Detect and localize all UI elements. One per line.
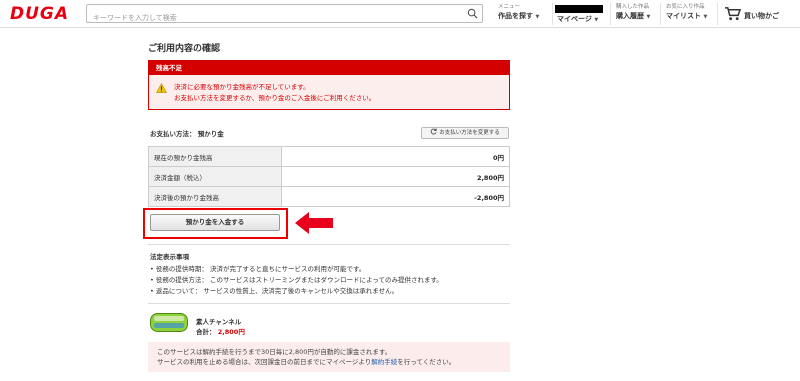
error-line-2: お支払い方法を変更するか、預かり金のご入金後にご利用ください。 <box>174 94 376 102</box>
divider <box>148 244 510 245</box>
error-message: 決済に必要な預かり金残高が不足しています。 お支払い方法を変更するか、預かり金の… <box>174 82 375 104</box>
legal-notice-list: 役務の提供時期： 決済が完了すると直ちにサービスの利用が可能です。 役務の提供方… <box>150 264 443 297</box>
nav-history-small: 購入した作品 <box>616 4 650 10</box>
nav-mylist-small: お気に入り作品 <box>666 4 705 10</box>
cancel-procedure-link[interactable]: 解約手続 <box>371 358 397 366</box>
nav-mylist-label: マイリスト <box>666 12 701 20</box>
payment-amount-value: 2,800円 <box>281 166 510 187</box>
nav-history-label: 購入履歴 <box>616 12 644 20</box>
nav-browse-works[interactable]: メニュー 作品を探す ▼ <box>498 3 539 25</box>
current-balance-value: 0円 <box>281 146 510 167</box>
page-title: ご利用内容の確認 <box>148 44 221 54</box>
balance-table: 現在の預かり金残高 0円 決済金額（税込） 2,800円 決済後の預かり金残高 … <box>148 146 510 207</box>
nav-purchase-history[interactable]: 購入した作品 購入履歴 ▼ <box>616 3 650 25</box>
after-balance-value: -2,800円 <box>281 186 510 207</box>
deposit-button[interactable]: 預かり金を入金する <box>150 214 280 231</box>
error-heading: 残高不足 <box>149 61 509 75</box>
nav-cart[interactable]: 買い物かご <box>744 11 779 33</box>
notice-line-1: このサービスは解約手続を行うまで30日毎に2,800円が自動的に課金されます。 <box>157 348 392 356</box>
chevron-down-icon: ▼ <box>703 14 708 20</box>
total-label: 合計： <box>196 328 216 336</box>
channel-badge-icon <box>150 313 188 332</box>
nav-divider <box>660 3 661 25</box>
nav-divider <box>610 3 611 25</box>
table-row: 決済後の預かり金残高 -2,800円 <box>148 186 510 207</box>
divider <box>148 303 510 304</box>
table-row: 決済金額（税込） 2,800円 <box>148 166 510 187</box>
list-item: 返品について： サービスの性質上、決済完了後のキャンセルや交換は承れません。 <box>150 286 443 297</box>
search-box[interactable] <box>86 4 483 27</box>
list-item: 役務の提供時期： 決済が完了すると直ちにサービスの利用が可能です。 <box>150 264 443 275</box>
change-method-label: お支払い方法を変更する <box>439 130 500 136</box>
payment-method-label: お支払い方法： 預かり金 <box>150 130 224 138</box>
nav-mypage-label: マイページ <box>557 15 592 23</box>
search-icon[interactable] <box>467 8 478 19</box>
nav-cart-label: 買い物かご <box>744 12 779 20</box>
nav-mylist[interactable]: お気に入り作品 マイリスト ▼ <box>666 3 707 25</box>
arrow-left-icon <box>295 212 333 234</box>
chevron-down-icon: ▼ <box>535 14 540 20</box>
error-alert: 残高不足 決済に必要な預かり金残高が不足しています。 お支払い方法を変更するか、… <box>148 60 510 110</box>
chevron-down-icon: ▼ <box>594 17 599 23</box>
cart-icon[interactable] <box>724 6 741 21</box>
error-line-1: 決済に必要な預かり金残高が不足しています。 <box>174 83 310 91</box>
product-name: 素人チャンネル <box>196 318 242 326</box>
search-input[interactable] <box>87 9 457 27</box>
after-balance-label: 決済後の預かり金残高 <box>148 186 282 207</box>
list-item: 役務の提供方法： このサービスはストリーミングまたはダウンロードによってのみ提供… <box>150 275 443 286</box>
total-price: 2,800円 <box>217 328 245 336</box>
table-row: 現在の預かり金残高 0円 <box>148 146 510 167</box>
deposit-highlight-box: 預かり金を入金する <box>143 208 288 239</box>
nav-divider <box>717 3 718 25</box>
nav-browse-label: 作品を探す <box>498 12 533 20</box>
nav-mypage[interactable]: マイページ ▼ <box>557 6 598 28</box>
nav-browse-small: メニュー <box>498 4 521 10</box>
refresh-icon <box>430 128 437 135</box>
warning-icon <box>156 83 167 93</box>
change-payment-method-button[interactable]: お支払い方法を変更する <box>421 127 509 139</box>
legal-notice-title: 法定表示事項 <box>150 253 189 261</box>
nav-divider <box>552 3 553 25</box>
payment-amount-label: 決済金額（税込） <box>148 166 282 187</box>
chevron-down-icon: ▼ <box>646 14 651 20</box>
subscription-notice: このサービスは解約手続を行うまで30日毎に2,800円が自動的に課金されます。 … <box>148 342 510 372</box>
site-header: DUGA メニュー 作品を探す ▼ マイページ ▼ 購入した作品 購入履歴 ▼ … <box>0 0 800 28</box>
notice-line-2: サービスの利用を止める場合は、次回課金日の前日までにマイページより解約手続を行っ… <box>157 358 456 366</box>
product-total: 合計： 2,800円 <box>196 326 245 336</box>
duga-logo[interactable]: DUGA <box>10 4 69 24</box>
current-balance-label: 現在の預かり金残高 <box>148 146 282 167</box>
